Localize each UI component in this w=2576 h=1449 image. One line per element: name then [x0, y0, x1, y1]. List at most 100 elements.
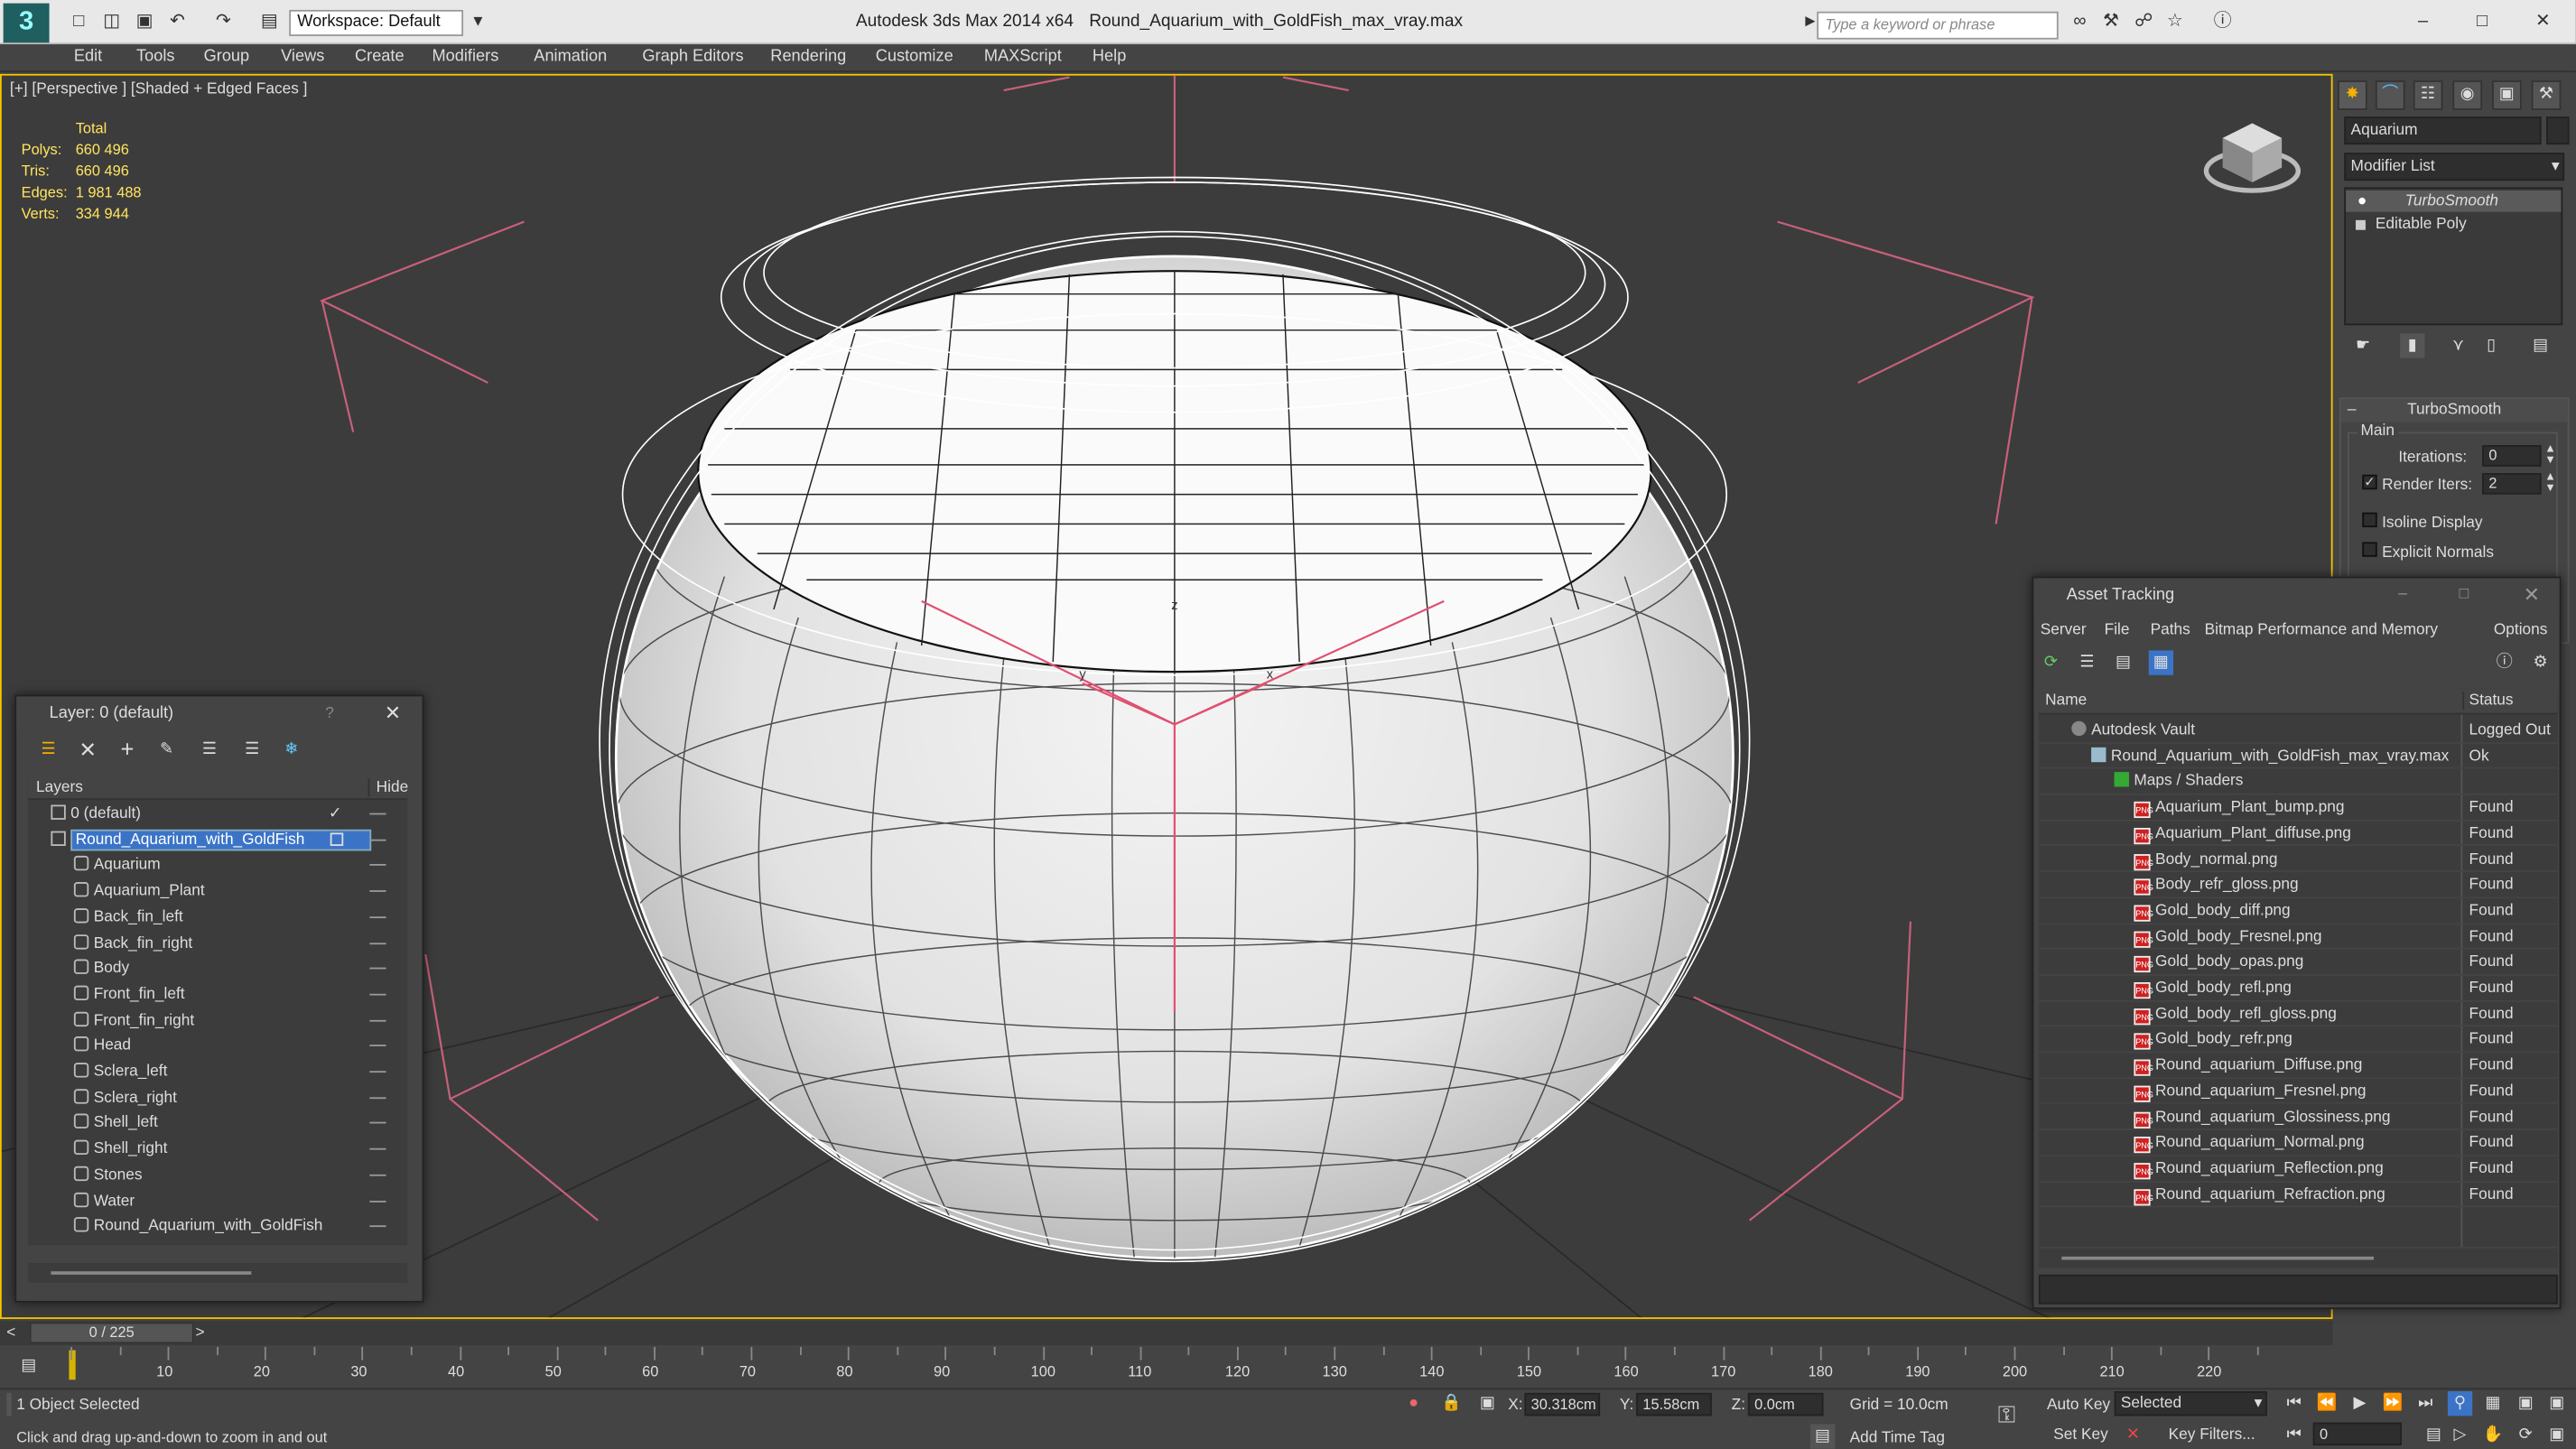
asset-row[interactable]: PNG Aquarium_Plant_bump.png Found: [2038, 795, 2558, 822]
maximize-icon[interactable]: □: [2469, 8, 2496, 34]
asset-row[interactable]: PNG Round_aquarium_Normal.png Found: [2038, 1130, 2558, 1156]
hide-toggle[interactable]: [369, 839, 386, 841]
set-key-button[interactable]: Set Key: [2053, 1426, 2108, 1444]
lock-selection-icon[interactable]: 🔒: [1439, 1391, 1464, 1416]
x-coordinate[interactable]: 30.318cm: [1524, 1392, 1601, 1416]
key-icon[interactable]: ✕: [2121, 1423, 2145, 1447]
motion-tab-icon[interactable]: ◉: [2452, 80, 2483, 110]
orbit-icon[interactable]: ⟳: [2514, 1423, 2538, 1447]
collapse-icon[interactable]: –: [2348, 399, 2357, 422]
hide-toggle[interactable]: [369, 1200, 386, 1202]
modifier-list-dropdown[interactable]: Modifier List ▾: [2344, 153, 2565, 181]
key-mode-toggle-icon[interactable]: ⏮: [2282, 1423, 2306, 1447]
menu-edit[interactable]: Edit: [74, 48, 102, 66]
previous-frame-icon[interactable]: ⏪: [2315, 1391, 2339, 1416]
menu-animation[interactable]: Animation: [534, 48, 607, 66]
layer-close-icon[interactable]: ✕: [385, 701, 401, 724]
layer-row[interactable]: Round_Aquarium_with_GoldFish: [28, 827, 407, 853]
vault-help-icon[interactable]: ⓘ: [2492, 650, 2516, 674]
asset-row[interactable]: PNG Aquarium_Plant_diffuse.png Found: [2038, 821, 2558, 847]
spinner-arrows-icon[interactable]: ▲ ▼: [2544, 443, 2556, 466]
key-filters-button[interactable]: Key Filters...: [2169, 1426, 2255, 1444]
grid-view-icon[interactable]: ▦: [2148, 650, 2174, 675]
binoculars-icon[interactable]: ∞: [2067, 8, 2093, 34]
asset-row[interactable]: Autodesk Vault Logged Out: [2038, 718, 2558, 744]
explicit-normals-checkbox[interactable]: [2362, 542, 2377, 557]
configure-sets-icon[interactable]: ▤: [2528, 333, 2553, 358]
hide-toggle[interactable]: [369, 1122, 386, 1125]
hide-toggle[interactable]: [369, 1071, 386, 1073]
search-input[interactable]: Type a keyword or phrase: [1817, 11, 2059, 40]
status-column[interactable]: Status: [2462, 691, 2514, 710]
layer-help-icon[interactable]: ?: [325, 705, 334, 723]
render-iters-spinner[interactable]: 2: [2482, 472, 2542, 495]
layers-column[interactable]: Layers: [36, 778, 83, 796]
menu-help[interactable]: Help: [1093, 48, 1126, 66]
asset-row[interactable]: PNG Round_aquarium_Refraction.png Found: [2038, 1182, 2558, 1208]
workspace-dropdown[interactable]: Workspace: Default: [289, 9, 464, 37]
menu-tools[interactable]: Tools: [136, 48, 175, 66]
menu-graph-editors[interactable]: Graph Editors: [642, 48, 743, 66]
current-layer-check-icon[interactable]: ✓: [329, 802, 341, 826]
hide-toggle[interactable]: [369, 993, 386, 996]
hide-toggle[interactable]: [369, 1225, 386, 1228]
asset-row[interactable]: PNG Gold_body_refr.png Found: [2038, 1027, 2558, 1054]
modify-tab-icon[interactable]: ⌒: [2375, 80, 2405, 110]
object-row[interactable]: Aquarium: [28, 853, 407, 879]
object-row[interactable]: Front_fin_left: [28, 982, 407, 1008]
maxscript-listener[interactable]: [6, 1392, 12, 1416]
field-of-view-icon[interactable]: ▷: [2448, 1423, 2472, 1447]
hide-toggle[interactable]: [369, 1147, 386, 1150]
asset-menu-options[interactable]: Options: [2494, 621, 2548, 639]
asset-window-title[interactable]: Asset Tracking: [2033, 578, 2560, 615]
name-column[interactable]: Name: [2045, 692, 2087, 710]
hierarchy-tab-icon[interactable]: ☷: [2413, 80, 2443, 110]
undo-icon[interactable]: ↶: [164, 8, 191, 34]
time-prev-button[interactable]: <: [6, 1324, 15, 1342]
minimize-icon[interactable]: –: [2410, 8, 2436, 34]
hide-toggle[interactable]: [369, 864, 386, 867]
add-time-tag[interactable]: Add Time Tag: [1850, 1429, 1945, 1447]
isoline-checkbox[interactable]: [2362, 512, 2377, 528]
list-view-icon[interactable]: ☰: [2075, 650, 2099, 674]
asset-row[interactable]: PNG Gold_body_diff.png Found: [2038, 898, 2558, 924]
rollout-header[interactable]: – TurboSmooth: [2340, 399, 2568, 423]
add-to-layer-icon[interactable]: +: [115, 737, 139, 762]
go-to-end-icon[interactable]: ⏭: [2413, 1391, 2438, 1416]
key-mode-arrow-icon[interactable]: ▾: [2255, 1393, 2263, 1415]
play-icon[interactable]: ▶: [2348, 1391, 2372, 1416]
object-row[interactable]: Back_fin_left: [28, 905, 407, 931]
object-row[interactable]: Head: [28, 1034, 407, 1060]
current-frame-field[interactable]: 0: [2312, 1422, 2402, 1446]
asset-path-field[interactable]: [2038, 1274, 2558, 1305]
zoom-all-icon[interactable]: ▦: [2480, 1391, 2505, 1416]
time-tag-icon[interactable]: ▤: [1809, 1424, 1836, 1449]
redo-icon[interactable]: ↷: [210, 8, 237, 34]
show-end-result-icon[interactable]: ▮: [2400, 333, 2425, 358]
close-icon[interactable]: ✕: [2530, 8, 2556, 34]
create-tab-icon[interactable]: ✸: [2338, 80, 2367, 110]
object-color-swatch[interactable]: [2546, 116, 2570, 145]
object-row[interactable]: Round_Aquarium_with_GoldFish: [28, 1214, 407, 1240]
time-slider[interactable]: < 0 / 225 >: [0, 1320, 2333, 1346]
menu-group[interactable]: Group: [204, 48, 250, 66]
render-iters-checkbox[interactable]: ✓: [2362, 474, 2377, 490]
asset-row[interactable]: PNG Gold_body_refl_gloss.png Found: [2038, 1001, 2558, 1027]
bulb-icon[interactable]: ●: [2357, 190, 2367, 212]
pin-stack-icon[interactable]: ☛: [2351, 333, 2376, 358]
asset-minimize-icon[interactable]: –: [2398, 585, 2407, 603]
asset-hscroll[interactable]: [2038, 1248, 2558, 1268]
object-row[interactable]: Shell_right: [28, 1137, 407, 1163]
asset-scroll-thumb[interactable]: [2061, 1256, 2375, 1260]
hide-toggle[interactable]: [369, 890, 386, 893]
tools-icon[interactable]: ⚒: [2097, 8, 2124, 34]
object-row[interactable]: Sclera_left: [28, 1060, 407, 1086]
zoom-extents-icon[interactable]: ▣: [2514, 1391, 2538, 1416]
menu-maxscript[interactable]: MAXScript: [984, 48, 1062, 66]
modifier-list-arrow-icon[interactable]: ▾: [2552, 154, 2560, 181]
open-file-icon[interactable]: ◫: [98, 8, 125, 34]
asset-row[interactable]: Maps / Shaders: [2038, 769, 2558, 795]
table-view-icon[interactable]: ▤: [2111, 650, 2135, 674]
communication-icon[interactable]: ☍: [2131, 8, 2157, 34]
vault-settings-icon[interactable]: ⚙: [2528, 650, 2553, 674]
